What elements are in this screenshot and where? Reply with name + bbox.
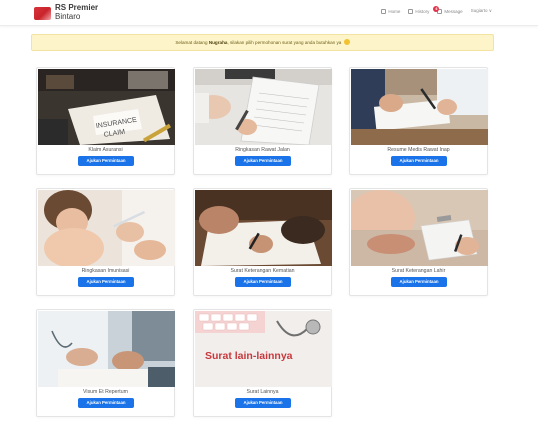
signing-document-photo [195, 190, 332, 266]
home-icon [381, 8, 387, 14]
card-title: Klaim Asuransi [88, 147, 123, 153]
ajukan-permintaan-button[interactable]: Ajukan Permintaan [78, 277, 134, 287]
card-title: Resume Medis Rawat Inap [387, 147, 450, 153]
other-letters-photo: Surat lain-lainnya [195, 311, 332, 387]
nav-home[interactable]: Home [381, 8, 401, 14]
child-vaccination-photo [38, 190, 175, 266]
ajukan-permintaan-button[interactable]: Ajukan Permintaan [78, 156, 134, 166]
card-title: Surat Keterangan Kematian [230, 268, 295, 274]
user-menu-label: Sugiarto ∨ [470, 8, 492, 13]
card-resume-medis-rawat-inap: Resume Medis Rawat Inap Ajukan Permintaa… [349, 67, 488, 175]
card-visum-et-repertum: Visum Et Repertum Ajukan Permintaan [36, 309, 175, 417]
hospital-logo[interactable] [34, 7, 51, 20]
card-title: Visum Et Repertum [83, 389, 128, 395]
card-title: Ringkasan Imunisasi [81, 268, 130, 274]
ajukan-permintaan-button[interactable]: Ajukan Permintaan [78, 398, 134, 408]
pregnancy-checkup-photo [351, 190, 488, 266]
ajukan-permintaan-button[interactable]: Ajukan Permintaan [391, 156, 447, 166]
ajukan-permintaan-button[interactable]: Ajukan Permintaan [235, 156, 291, 166]
history-icon [408, 8, 414, 14]
nav-history[interactable]: History [408, 8, 430, 14]
card-ringkasan-imunisasi: Ringkasan Imunisasi Ajukan Permintaan [36, 188, 175, 296]
user-menu[interactable]: Sugiarto ∨ [471, 8, 492, 14]
card-title: Surat Lainnya [246, 389, 279, 395]
brand-name[interactable]: RS Premier Bintaro [55, 3, 98, 21]
card-ringkasan-rawat-jalan: Ringkasan Rawat Jalan Ajukan Permintaan [193, 67, 332, 175]
welcome-alert: Selamat datang Nugraha, silakan pilih pe… [31, 34, 494, 51]
nav-home-label: Home [388, 8, 401, 14]
smile-emoji-icon [343, 38, 350, 45]
alert-text-after: , silakan pilih permohonan surat yang an… [227, 40, 343, 45]
nav-menu: Home History 6 Message Sugiarto ∨ [381, 5, 492, 14]
message-badge: 6 [433, 5, 440, 12]
brand-line2: Bintaro [55, 12, 81, 21]
insurance-claim-photo: INSURANCE CLAIM [38, 69, 175, 145]
doctor-consultation-photo [351, 69, 488, 145]
doctor-patient-photo [38, 311, 175, 387]
card-title: Surat Keterangan Lahir [391, 268, 446, 274]
nav-history-label: History [415, 8, 430, 14]
brand-line1: RS Premier [55, 3, 99, 12]
alert-text-before: Selamat datang [175, 40, 209, 45]
image-caption: Surat lain-lainnya [205, 350, 293, 362]
card-surat-keterangan-kematian: Surat Keterangan Kematian Ajukan Permint… [193, 188, 332, 296]
navbar: RS Premier Bintaro Home History 6 Messag… [0, 0, 538, 26]
ajukan-permintaan-button[interactable]: Ajukan Permintaan [391, 277, 447, 287]
card-surat-keterangan-lahir: Surat Keterangan Lahir Ajukan Permintaan [349, 188, 488, 296]
alert-user-name: Nugraha [208, 40, 228, 45]
nav-message[interactable]: 6 Message [433, 5, 463, 14]
card-title: Ringkasan Rawat Jalan [235, 147, 290, 153]
card-klaim-asuransi: INSURANCE CLAIM Klaim Asuransi Ajukan Pe… [36, 67, 175, 175]
clipboard-form-photo [195, 69, 332, 145]
card-surat-lainnya: Surat lain-lainnya Surat Lainnya Ajukan … [193, 309, 332, 417]
ajukan-permintaan-button[interactable]: Ajukan Permintaan [235, 277, 291, 287]
nav-message-label: Message [444, 8, 463, 14]
ajukan-permintaan-button[interactable]: Ajukan Permintaan [235, 398, 291, 408]
